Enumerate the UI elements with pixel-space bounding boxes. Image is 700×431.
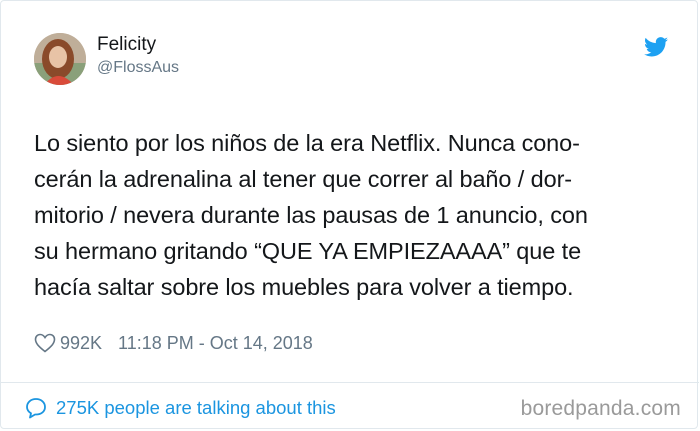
twitter-bird-icon[interactable] <box>644 37 668 57</box>
tweet-text-line: hacía saltar sobre los muebles para volv… <box>34 274 574 300</box>
tweet-card: Felicity @FlossAus Lo siento por los niñ… <box>0 0 699 429</box>
like-count[interactable]: 992K <box>60 333 102 354</box>
conversation-link[interactable]: 275K people are talking about this <box>25 395 336 421</box>
divider <box>1 382 699 383</box>
tweet-timestamp[interactable]: 11:18 PM - Oct 14, 2018 <box>118 333 313 354</box>
tweet-meta: 992K 11:18 PM - Oct 14, 2018 <box>34 331 313 355</box>
heart-icon[interactable] <box>34 333 56 353</box>
tweet-text-line: cerán la adrenalina al tener que correr … <box>34 166 573 192</box>
conversation-text: 275K people are talking about this <box>56 397 336 418</box>
tweet-text-line: Lo siento por los niños de la era Netfli… <box>34 130 580 156</box>
tweet-text: Lo siento por los niños de la era Netfli… <box>34 125 674 305</box>
avatar-image <box>34 33 86 85</box>
avatar[interactable] <box>34 33 86 85</box>
tweet-text-line: mitorio / nevera durante las pausas de 1… <box>34 202 588 228</box>
speech-bubble-icon <box>25 397 47 419</box>
watermark-text: boredpanda.com <box>520 397 681 420</box>
tweet-text-line: su hermano gritando “QUE YA EMPIEZAAAA” … <box>34 238 582 264</box>
author-handle[interactable]: @FlossAus <box>97 59 179 77</box>
author-name[interactable]: Felicity <box>97 34 156 56</box>
